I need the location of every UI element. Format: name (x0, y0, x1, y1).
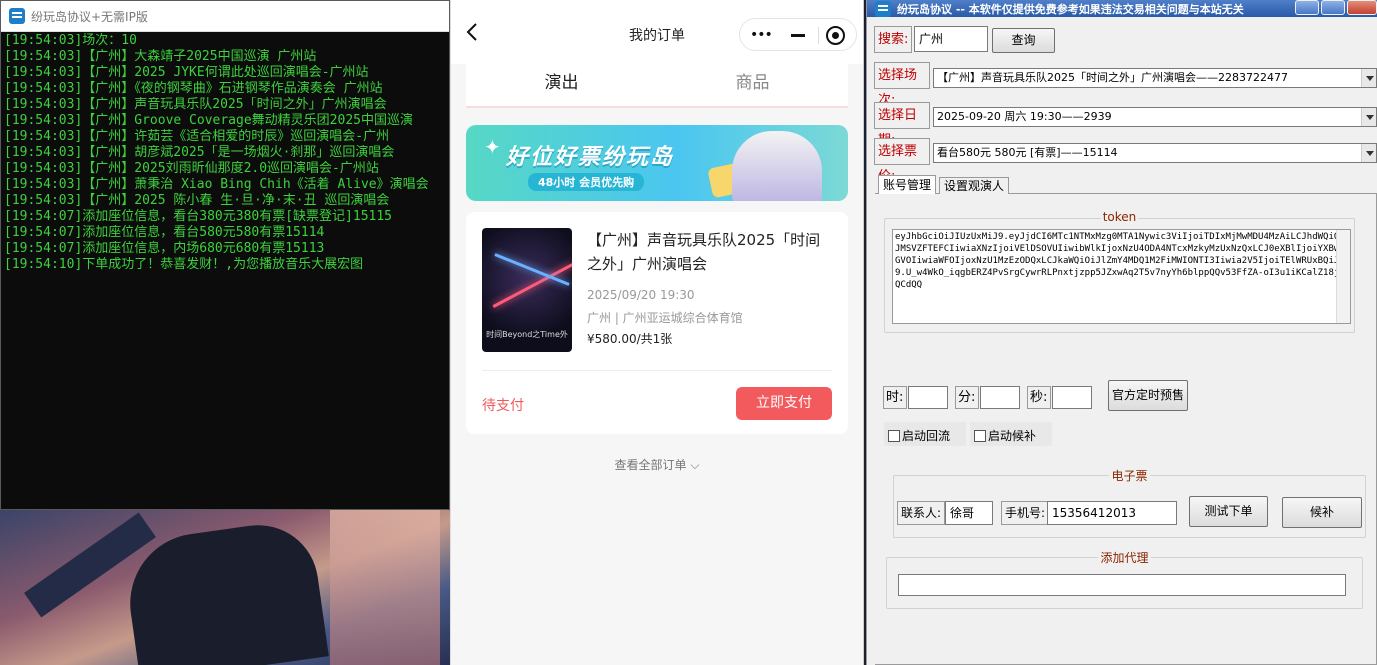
log-line: [19:54:03]【广州】大森靖子2025中国巡演 广州站 (4, 49, 317, 64)
view-all-orders-link[interactable]: 查看全部订单 ⌵ (451, 456, 863, 473)
test-order-button[interactable]: 测试下单 (1189, 496, 1268, 527)
menu-capsule: ••• (739, 18, 857, 51)
timed-presale-button[interactable]: 官方定时预售 (1108, 380, 1188, 411)
price-label: 选择票价: (874, 138, 930, 184)
more-dots-icon[interactable]: ••• (750, 27, 773, 43)
token-label: token (1100, 210, 1139, 224)
checkbox-icon[interactable] (974, 429, 986, 442)
banner-title: 好位好票纷玩岛 (506, 145, 675, 170)
date-select[interactable]: 2025-09-20 周六 19:30——2939 (933, 107, 1377, 127)
close-target-icon[interactable] (826, 26, 845, 45)
sparkle-icon: ✦ (484, 135, 501, 159)
tab-underline (466, 106, 848, 108)
log-line: [19:54:03]【广州】声音玩具乐队2025「时间之外」广州演唱会 (4, 97, 387, 112)
waitlist-button[interactable]: 候补 (1282, 497, 1362, 528)
tool-title: 纷玩岛协议 -- 本软件仅提供免费参考如果违法交易相关问题与本站无关 (897, 2, 1244, 16)
search-label: 搜索: (874, 26, 912, 53)
search-input[interactable]: 广州 (914, 26, 988, 52)
log-line: [19:54:03]【广州】许茹芸《适合相爱的时辰》巡回演唱会-广州 (4, 129, 390, 144)
tab-shows[interactable]: 演出 (466, 64, 657, 108)
nav-bar: 我的订单 ••• (451, 0, 863, 64)
minute-label: 分: (955, 386, 979, 409)
log-line: [19:54:03]【广州】2025 JYKE何谓此处巡回演唱会-广州站 (4, 65, 369, 80)
proxy-input[interactable] (898, 574, 1346, 596)
log-line: [19:54:07]添加座位信息，内场680元680有票15113 (4, 241, 325, 256)
tab-goods[interactable]: 商品 (657, 64, 848, 108)
log-line: [19:54:03]【广州】胡彦斌2025「是一场烟火·刹那」巡回演唱会 (4, 145, 395, 160)
log-line: [19:54:07]添加座位信息，看台380元380有票[缺票登记]15115 (4, 209, 393, 224)
banner-subtitle: 48小时 会员优先购 (528, 173, 645, 191)
scrollbar[interactable] (1336, 230, 1350, 323)
tab-account[interactable]: 账号管理 (878, 175, 937, 194)
promo-banner[interactable]: ✦ 好位好票纷玩岛 48小时 会员优先购 (466, 125, 848, 201)
log-line: [19:54:03]【广州】《夜的钢琴曲》石进钢琴作品演奏会 广州站 (4, 81, 383, 96)
app-logo-icon (9, 8, 25, 24)
order-status: 待支付 (482, 398, 524, 414)
chevron-down-icon[interactable] (1361, 144, 1376, 162)
order-price: ¥580.00/共1张 (587, 332, 673, 346)
console-window: 纷玩岛协议+无需IP版 [19:54:03]场次：10 [19:54:03]【广… (0, 0, 450, 510)
log-line: [19:54:07]添加座位信息，看台580元580有票15114 (4, 225, 325, 240)
query-button[interactable]: 查询 (992, 28, 1055, 53)
event-venue: 广州 | 广州亚运城综合体育馆 (587, 311, 743, 325)
event-date: 2025/09/20 19:30 (587, 288, 695, 302)
log-line: [19:54:03]场次：10 (4, 33, 137, 48)
desktop-wallpaper (0, 510, 452, 665)
log-line: [19:54:03]【广州】2025刘雨昕仙那度2.0巡回演唱会-广州站 (4, 161, 379, 176)
checkbox-icon[interactable] (888, 429, 900, 442)
price-select[interactable]: 看台580元 580元 [有票]——15114 (933, 143, 1377, 163)
eticket-label: 电子票 (1109, 469, 1150, 483)
app-logo-icon (875, 0, 891, 17)
card-divider (482, 370, 832, 371)
phone-label: 手机号: (1001, 501, 1049, 525)
contact-label: 联系人: (897, 501, 945, 525)
mini-program-window: 我的订单 ••• 演出 商品 ✦ 好位好票纷玩岛 48小时 会员优先购 时间Be… (450, 0, 864, 665)
log-line: [19:54:03]【广州】Groove Coverage舞动精灵乐团2025中… (4, 113, 413, 128)
auto-wait-label: 启动候补 (988, 429, 1037, 443)
auto-wait-checkbox[interactable]: 启动候补 (974, 427, 1036, 444)
log-line: [19:54:10]下单成功了！恭喜发财！,为您播放音乐大展宏图 (4, 257, 364, 272)
phone-input[interactable]: 15356412013 (1047, 501, 1177, 525)
date-value: 2025-09-20 周六 19:30——2939 (937, 110, 1112, 123)
console-log: [19:54:03]场次：10 [19:54:03]【广州】大森靖子2025中国… (1, 32, 449, 509)
contact-input[interactable]: 徐哥 (945, 501, 993, 525)
screen: 纷玩岛协议+无需IP版 [19:54:03]场次：10 [19:54:03]【广… (0, 0, 1377, 665)
event-poster[interactable]: 时间Beyond之Time外 (482, 228, 572, 352)
poster-text: 时间Beyond之Time外 (486, 330, 568, 339)
second-input[interactable] (1052, 386, 1092, 409)
order-card[interactable]: 时间Beyond之Time外 【广州】声音玩具乐队2025「时间之外」广州演唱会… (466, 212, 848, 434)
maximize-window-icon[interactable] (1321, 0, 1345, 15)
console-title: 纷玩岛协议+无需IP版 (31, 9, 148, 24)
hour-label: 时: (883, 386, 907, 409)
token-value: eyJhbGciOiJIUzUxMiJ9.eyJjdCI6MTc1NTMxMzg… (895, 232, 1345, 290)
auto-retry-label: 启动回流 (902, 429, 951, 443)
chevron-down-icon[interactable] (1361, 108, 1376, 126)
minimize-icon[interactable] (791, 34, 805, 37)
session-select[interactable]: 【广州】声音玩具乐队2025「时间之外」广州演唱会——2283722477 (933, 68, 1377, 88)
hour-input[interactable] (908, 386, 948, 409)
tool-titlebar[interactable]: 纷玩岛协议 -- 本软件仅提供免费参考如果违法交易相关问题与本站无关 (867, 0, 1377, 17)
capsule-divider (818, 27, 819, 44)
token-textarea[interactable]: eyJhbGciOiJIUzUxMiJ9.eyJjdCI6MTc1NTMxMzg… (892, 229, 1351, 324)
second-label: 秒: (1027, 386, 1051, 409)
proxy-label: 添加代理 (1098, 551, 1151, 565)
session-value: 【广州】声音玩具乐队2025「时间之外」广州演唱会——2283722477 (937, 71, 1288, 84)
minimize-window-icon[interactable] (1295, 0, 1319, 15)
order-tabs: 演出 商品 (466, 64, 848, 108)
auto-retry-checkbox[interactable]: 启动回流 (888, 427, 950, 444)
event-name: 【广州】声音玩具乐队2025「时间之外」广州演唱会 (587, 231, 821, 273)
log-line: [19:54:03]【广州】2025 陈小春 生·旦·净·末·丑 巡回演唱会 (4, 193, 390, 208)
log-line: [19:54:03]【广州】萧秉治 Xiao Bing Chih《活着 Aliv… (4, 177, 429, 192)
banner-mascot (732, 131, 822, 201)
pay-now-button[interactable]: 立即支付 (736, 387, 832, 420)
console-titlebar[interactable]: 纷玩岛协议+无需IP版 (1, 1, 449, 32)
close-window-icon[interactable] (1347, 0, 1377, 15)
price-value: 看台580元 580元 [有票]——15114 (937, 146, 1118, 159)
tab-viewers[interactable]: 设置观演人 (939, 177, 1010, 194)
chevron-down-icon[interactable] (1361, 69, 1376, 87)
date-label: 选择日期: (874, 102, 930, 148)
minute-input[interactable] (980, 386, 1020, 409)
session-label: 选择场次: (874, 62, 930, 108)
